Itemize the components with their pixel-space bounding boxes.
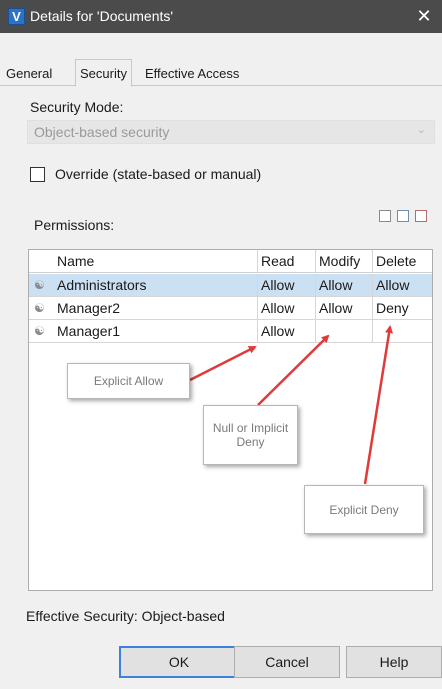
tab-general[interactable]: General [2, 63, 56, 85]
column-header-name[interactable]: Name [54, 250, 258, 273]
close-button[interactable]: ✕ [406, 0, 442, 33]
cancel-button[interactable]: Cancel [234, 646, 340, 678]
row-delete [373, 320, 432, 343]
permissions-label: Permissions: [34, 217, 115, 233]
row-modify: Allow [316, 274, 373, 297]
tab-security[interactable]: Security [75, 59, 132, 87]
ok-button[interactable]: OK [119, 646, 239, 678]
grid-header-row: Name Read Modify Delete [29, 250, 432, 273]
callout-null-implicit-line1: Null or Implicit [212, 421, 289, 435]
effective-security-label: Effective Security: Object-based [26, 608, 225, 624]
user-icon: ☯ [29, 297, 54, 320]
table-row[interactable]: ☯ Administrators Allow Allow Allow [29, 274, 432, 297]
callout-null-implicit-line2: Deny [236, 435, 265, 449]
chevron-down-icon: ⌄ [416, 124, 426, 136]
security-mode-label: Security Mode: [30, 99, 124, 115]
row-name: Manager2 [54, 297, 258, 320]
help-button[interactable]: Help [346, 646, 442, 678]
copy-icon[interactable] [379, 210, 391, 222]
callout-explicit-allow: Explicit Allow [67, 363, 190, 399]
column-header-read[interactable]: Read [258, 250, 316, 273]
row-modify [316, 320, 373, 343]
tab-effective-access[interactable]: Effective Access [141, 63, 243, 85]
row-delete: Deny [373, 297, 432, 320]
user-icon: ☯ [29, 274, 54, 297]
row-delete: Allow [373, 274, 432, 297]
title-bar: V Details for 'Documents' ✕ [0, 0, 442, 33]
tab-strip: General Security Effective Access [0, 59, 442, 87]
grid-header-icon-cell [29, 250, 54, 273]
edit-icon[interactable] [397, 210, 409, 222]
delete-icon[interactable] [415, 210, 427, 222]
security-mode-value: Object-based security [34, 124, 170, 140]
row-read: Allow [258, 297, 316, 320]
row-read: Allow [258, 274, 316, 297]
window-title: Details for 'Documents' [30, 8, 174, 24]
callout-null-implicit-deny: Null or Implicit Deny [203, 405, 298, 465]
callout-explicit-deny: Explicit Deny [304, 485, 424, 534]
column-header-modify[interactable]: Modify [316, 250, 373, 273]
override-checkbox[interactable] [30, 167, 45, 182]
row-name: Administrators [54, 274, 258, 297]
user-icon: ☯ [29, 320, 54, 343]
row-name: Manager1 [54, 320, 258, 343]
table-row[interactable]: ☯ Manager2 Allow Allow Deny [29, 297, 432, 320]
override-label: Override (state-based or manual) [55, 166, 262, 182]
row-modify: Allow [316, 297, 373, 320]
security-mode-select[interactable]: Object-based security ⌄ [27, 120, 435, 144]
permissions-toolbar [379, 210, 439, 224]
column-header-delete[interactable]: Delete [373, 250, 432, 273]
table-row[interactable]: ☯ Manager1 Allow [29, 320, 432, 343]
app-logo-icon: V [8, 8, 25, 25]
row-read: Allow [258, 320, 316, 343]
